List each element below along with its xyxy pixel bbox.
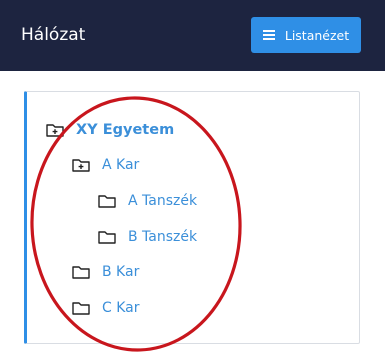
list-icon (262, 30, 275, 40)
tree-node-label: A Tanszék (128, 193, 198, 209)
folder-icon (98, 195, 116, 208)
tree-node-a-kar[interactable]: A Kar (72, 155, 139, 175)
folder-icon (72, 302, 90, 315)
tree-node-c-kar[interactable]: C Kar (72, 298, 140, 318)
tree-node-a-tanszek[interactable]: A Tanszék (98, 191, 197, 211)
page-title: Hálózat (21, 25, 86, 45)
tree-node-xy-egyetem[interactable]: XY Egyetem (46, 120, 174, 140)
folder-icon (98, 231, 116, 244)
list-view-button-label: Listanézet (284, 27, 350, 43)
list-view-button[interactable]: Listanézet (251, 17, 361, 53)
tree-node-label: C Kar (102, 300, 140, 316)
tree-node-b-kar[interactable]: B Kar (72, 262, 139, 282)
tree-panel: XY Egyetem A Kar A Tanszék B Tanszék B K… (24, 91, 360, 344)
tree-node-label: XY Egyetem (76, 122, 175, 138)
app-header: Hálózat Listanézet (0, 0, 385, 71)
tree-node-label: B Tanszék (128, 229, 198, 245)
folder-plus-icon (72, 159, 90, 172)
folder-plus-icon (46, 124, 64, 137)
tree-node-label: B Kar (102, 264, 140, 280)
tree-node-b-tanszek[interactable]: B Tanszék (98, 227, 197, 247)
tree-node-label: A Kar (102, 157, 140, 173)
folder-icon (72, 266, 90, 279)
